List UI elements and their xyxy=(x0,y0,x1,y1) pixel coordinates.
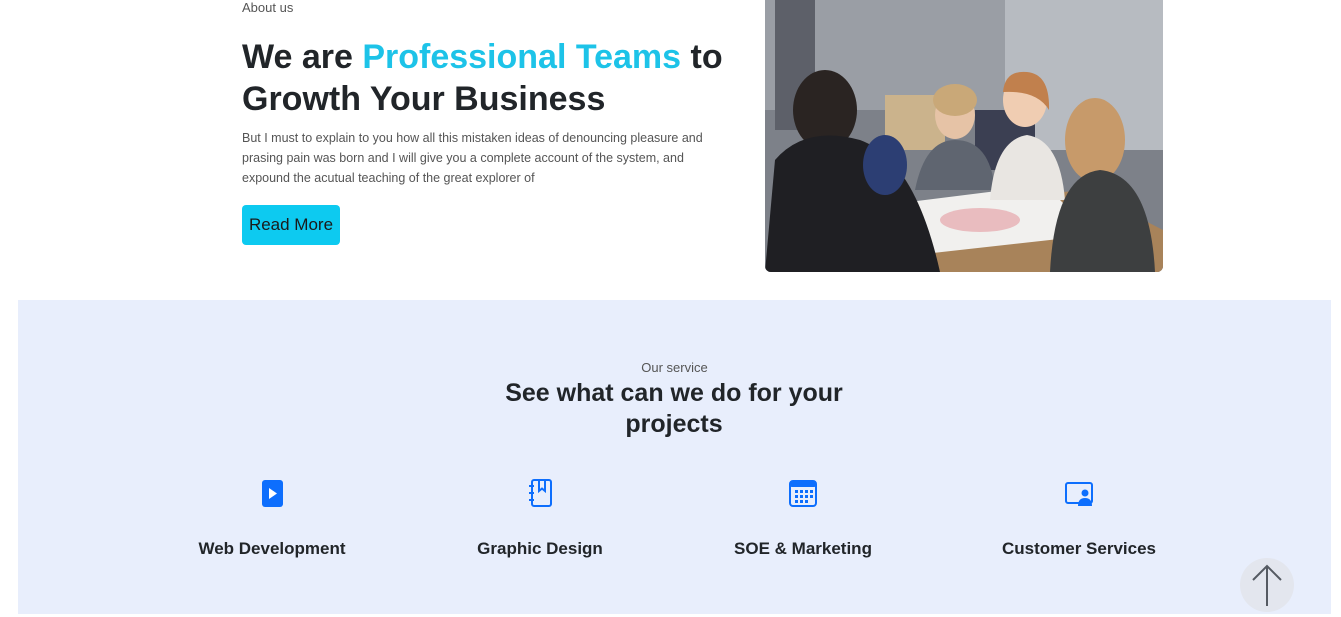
about-title-accent: Professional Teams xyxy=(362,38,682,76)
service-web-development[interactable]: Web Development xyxy=(152,478,392,559)
service-customer-services[interactable]: Customer Services xyxy=(959,478,1199,559)
service-label: Graphic Design xyxy=(477,539,603,558)
about-title: We are Professional Teams to Growth Your… xyxy=(242,36,762,120)
play-box-icon xyxy=(257,478,287,508)
about-kicker: About us xyxy=(242,0,294,15)
read-more-button[interactable]: Read More xyxy=(242,205,340,245)
services-kicker: Our service xyxy=(641,360,708,375)
person-screen-icon xyxy=(1064,478,1094,508)
service-label: Customer Services xyxy=(1001,539,1157,558)
about-section: About us We are Professional Teams to Gr… xyxy=(0,0,1341,300)
service-label: SOE & Marketing xyxy=(734,539,872,558)
service-seo-marketing[interactable]: SOE & Marketing xyxy=(683,478,923,559)
service-label: Web Development xyxy=(198,539,346,558)
about-title-prefix: We are xyxy=(242,38,363,76)
service-graphic-design[interactable]: Graphic Design xyxy=(420,478,660,559)
services-section: Our service See what can we do for your … xyxy=(18,300,1331,614)
about-description: But I must to explain to you how all thi… xyxy=(242,131,703,185)
arrow-up-icon xyxy=(1240,564,1294,616)
bookmark-notebook-icon xyxy=(525,478,555,508)
team-photo xyxy=(765,0,1163,272)
calendar-icon xyxy=(788,478,818,508)
services-title: See what can we do for your projects xyxy=(505,379,843,438)
scroll-to-top-button[interactable] xyxy=(1240,558,1294,612)
